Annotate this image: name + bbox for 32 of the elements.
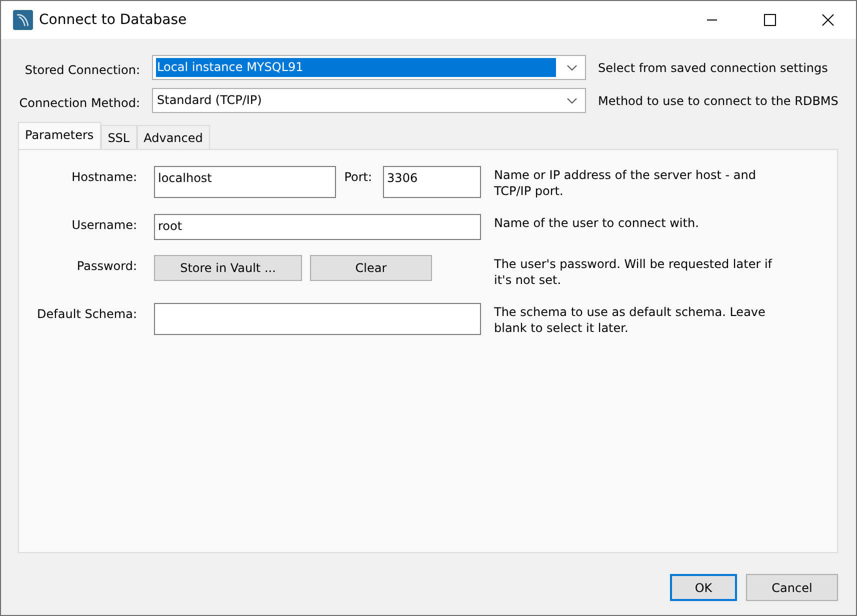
tab[interactable]: Advanced: [136, 125, 210, 149]
field-label: Password:: [76, 258, 137, 275]
caret-icon: [567, 64, 577, 70]
tab[interactable]: Parameters: [18, 122, 101, 149]
field-label: Connection Method:: [18, 94, 140, 110]
hint-text: Select from saved connection settings: [598, 60, 829, 74]
field-label: Port:: [344, 170, 374, 184]
dropdown[interactable]: Standard (TCP/IP): [152, 88, 586, 113]
input-field[interactable]: [154, 303, 481, 335]
window-title: Connect to Database: [39, 12, 187, 28]
hint-text: The schema to use as default schema. Leave blank to select it later.: [494, 304, 766, 336]
close-icon[interactable]: [822, 14, 834, 26]
caret-icon: [567, 98, 577, 104]
input-field[interactable]: root: [154, 214, 481, 240]
hint-text: Method to use to connect to the RDBMS: [598, 94, 838, 108]
button[interactable]: Cancel: [746, 574, 838, 601]
field-label: Username:: [70, 217, 137, 234]
input-field[interactable]: 3306: [383, 166, 481, 198]
button[interactable]: OK: [670, 574, 737, 601]
tab[interactable]: SSL: [100, 125, 137, 149]
button[interactable]: Store in Vault ...: [154, 255, 302, 281]
dropdown[interactable]: Local instance MYSQL91: [152, 55, 586, 80]
input-field[interactable]: localhost: [154, 166, 336, 198]
hint-text: The user's password. Will be requested later if it's not set.: [494, 256, 774, 288]
field-label: Stored Connection:: [24, 62, 140, 76]
hint-text: Name or IP address of the server host - and TCP/IP port.: [494, 167, 757, 199]
app-icon: [13, 10, 33, 30]
field-label: Default Schema:: [36, 306, 137, 323]
field-label: Hostname:: [70, 169, 137, 186]
maximize-icon[interactable]: [764, 14, 776, 26]
button[interactable]: Clear: [310, 255, 432, 281]
hint-text: Name of the user to connect with.: [494, 215, 700, 232]
